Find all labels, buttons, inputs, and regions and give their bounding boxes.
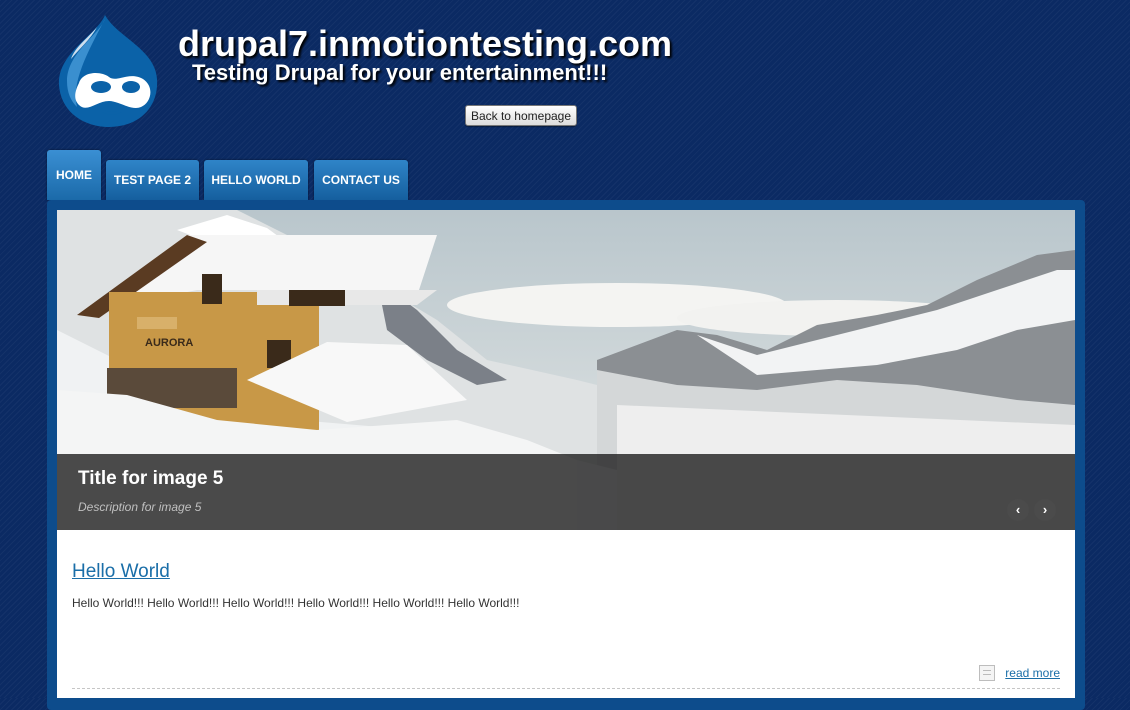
tab-test-page-2-label: TEST PAGE 2	[113, 173, 192, 187]
tab-test-page-2[interactable]: TEST PAGE 2	[106, 160, 199, 200]
slide-caption: Title for image 5 Description for image …	[57, 454, 1075, 530]
node-title-link[interactable]: Hello World	[72, 561, 170, 583]
slider-next-button[interactable]: ›	[1034, 499, 1056, 521]
site-slogan: Testing Drupal for your entertainment!!!	[192, 60, 608, 85]
tab-home[interactable]: HOME	[47, 150, 101, 200]
read-more: read more	[979, 665, 1060, 681]
read-more-link[interactable]: read more	[1005, 666, 1060, 680]
slide-caption-description: Description for image 5	[78, 500, 202, 514]
tab-hello-world[interactable]: HELLO WORLD	[204, 160, 308, 200]
back-to-homepage-button[interactable]: Back to homepage	[465, 105, 577, 126]
tab-contact-us-label: CONTACT US	[322, 173, 400, 187]
chevron-left-icon: ‹	[1015, 502, 1021, 517]
node-body: Hello World!!! Hello World!!! Hello Worl…	[72, 596, 520, 610]
chevron-right-icon: ›	[1042, 502, 1048, 517]
main-navigation: HOME TEST PAGE 2 HELLO WORLD CONTACT US	[47, 150, 447, 200]
node-divider	[72, 688, 1060, 689]
slide-caption-title: Title for image 5	[78, 468, 224, 489]
tab-home-label: HOME	[56, 168, 92, 182]
document-icon	[979, 665, 996, 681]
slider-prev-button[interactable]: ‹	[1007, 499, 1029, 521]
image-slider[interactable]: AURORA Title for image 5 Description for…	[57, 210, 1075, 530]
drupal-logo-icon[interactable]	[57, 13, 161, 129]
tab-contact-us[interactable]: CONTACT US	[314, 160, 408, 200]
main-content: Hello World Hello World!!! Hello World!!…	[57, 530, 1075, 698]
house-sign-text: AURORA	[145, 337, 193, 349]
tab-hello-world-label: HELLO WORLD	[211, 173, 301, 187]
